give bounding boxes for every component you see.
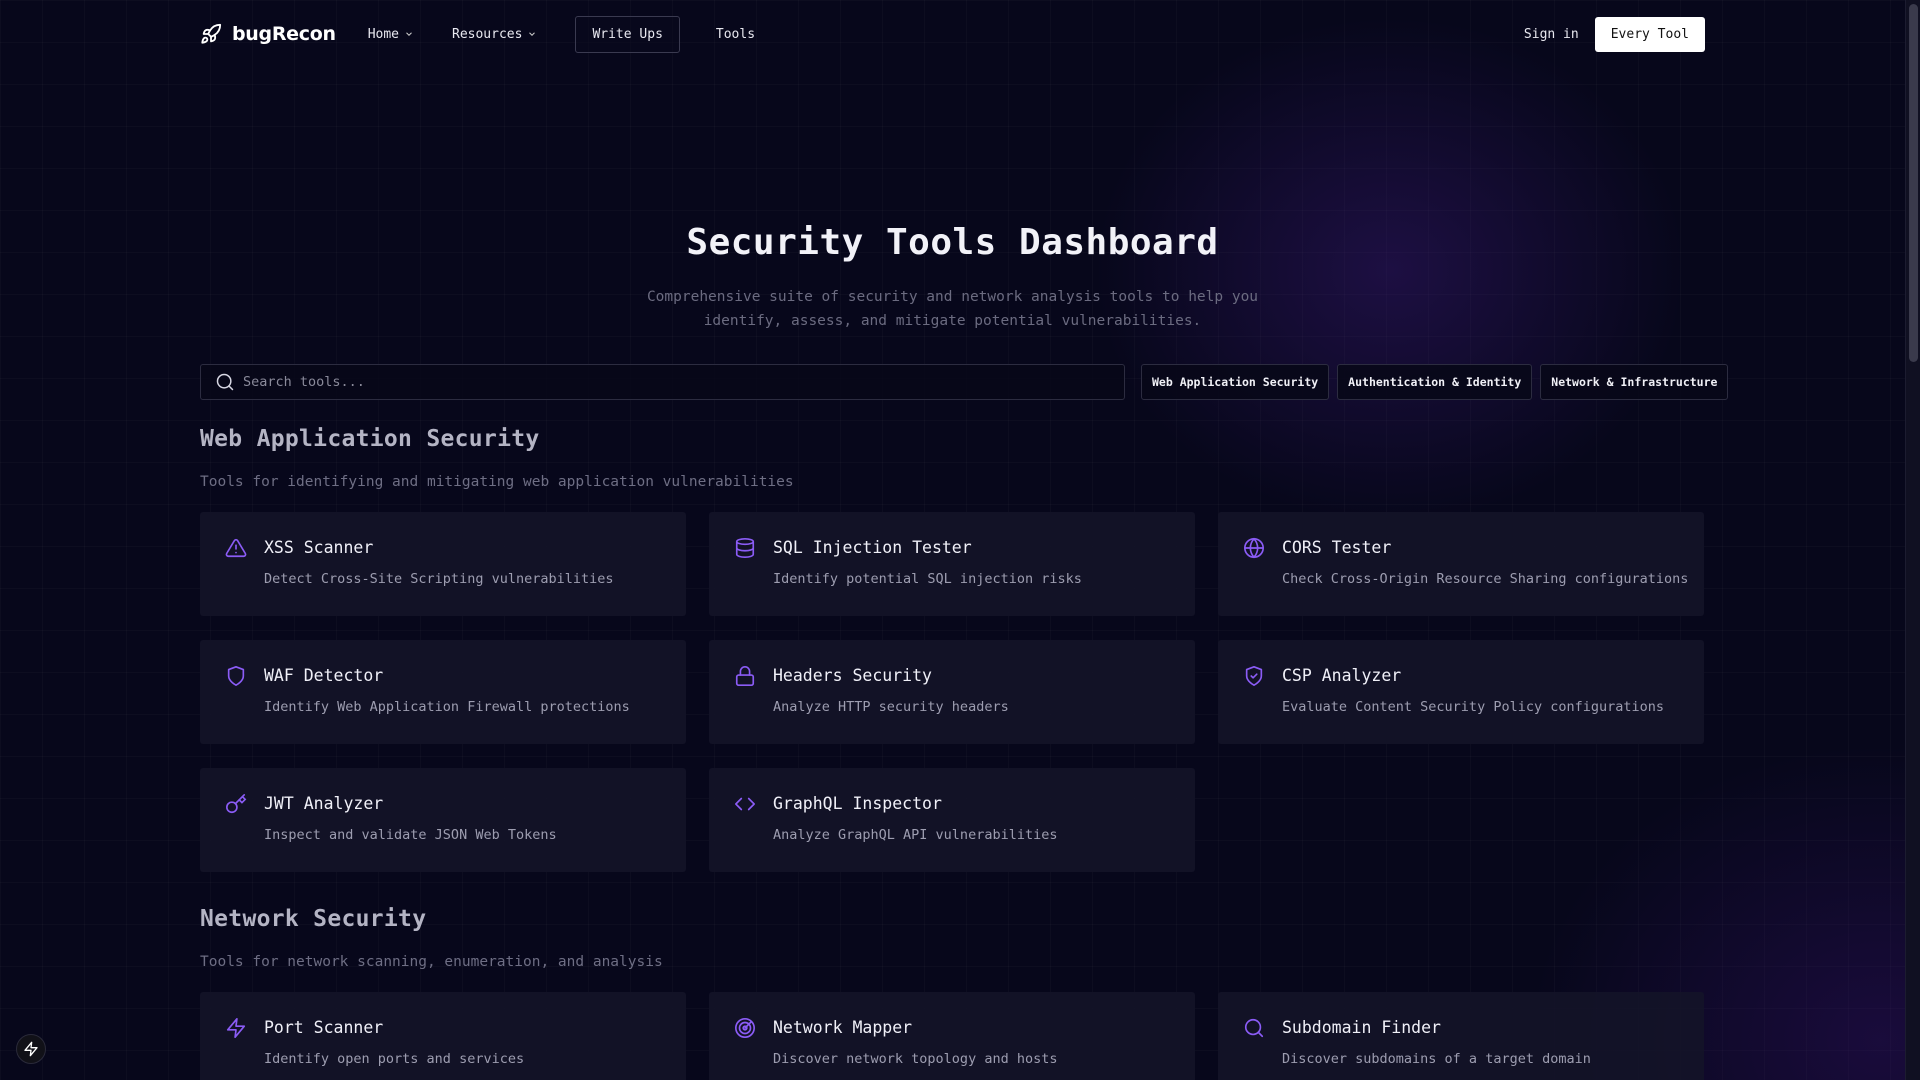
tool-desc: Identify Web Application Firewall protec… — [264, 699, 630, 715]
tool-card-network-mapper[interactable]: Network Mapper Discover network topology… — [709, 992, 1195, 1080]
chevron-down-icon — [529, 32, 536, 36]
tool-card-xss-scanner[interactable]: XSS Scanner Detect Cross-Site Scripting … — [200, 512, 686, 616]
tool-card-graphql-inspector[interactable]: GraphQL Inspector Analyze GraphQL API vu… — [709, 768, 1195, 872]
key-icon — [226, 794, 247, 814]
nav-write-ups-label: Write Ups — [592, 26, 663, 42]
tool-desc: Discover network topology and hosts — [773, 1051, 1058, 1067]
section-title-web-app: Web Application Security — [200, 426, 540, 452]
nav-resources-label: Resources — [452, 26, 523, 42]
sign-in-link[interactable]: Sign in — [1524, 27, 1579, 42]
section-title-network: Network Security — [200, 906, 427, 932]
filter-authentication-identity[interactable]: Authentication & Identity — [1337, 364, 1533, 400]
tool-title: CSP Analyzer — [1282, 666, 1402, 685]
search-input[interactable] — [243, 374, 1103, 390]
logo-text: bugRecon — [232, 23, 336, 45]
tool-card-sql-injection-tester[interactable]: SQL Injection Tester Identify potential … — [709, 512, 1195, 616]
tool-title: Headers Security — [773, 666, 932, 685]
dev-tools-button[interactable] — [16, 1034, 46, 1064]
shield-check-icon — [1245, 666, 1263, 686]
tool-title: Subdomain Finder — [1282, 1018, 1441, 1037]
code-icon — [735, 797, 755, 811]
tool-card-headers-security[interactable]: Headers Security Analyze HTTP security h… — [709, 640, 1195, 744]
tool-title: Port Scanner — [264, 1018, 384, 1037]
scrollbar-thumb[interactable] — [1909, 4, 1918, 362]
bolt-icon — [24, 1041, 38, 1057]
tool-card-jwt-analyzer[interactable]: JWT Analyzer Inspect and validate JSON W… — [200, 768, 686, 872]
page-subtitle: Comprehensive suite of security and netw… — [646, 289, 1259, 329]
tool-desc: Inspect and validate JSON Web Tokens — [264, 827, 557, 843]
top-navbar: bugRecon Home Resources Write Ups Tools … — [200, 0, 1705, 68]
every-tool-button[interactable]: Every Tool — [1594, 16, 1705, 52]
tool-desc: Discover subdomains of a target domain — [1282, 1051, 1591, 1067]
tool-title: Network Mapper — [773, 1018, 913, 1037]
nav-resources[interactable]: Resources — [452, 27, 537, 42]
lock-icon — [735, 666, 755, 686]
tool-desc: Identify potential SQL injection risks — [773, 571, 1082, 587]
tool-title: JWT Analyzer — [264, 794, 384, 813]
tool-card-waf-detector[interactable]: WAF Detector Identify Web Application Fi… — [200, 640, 686, 744]
tool-card-csp-analyzer[interactable]: CSP Analyzer Evaluate Content Security P… — [1218, 640, 1704, 744]
chevron-down-icon — [406, 32, 412, 36]
page-title: Security Tools Dashboard — [686, 222, 1219, 263]
tool-title: XSS Scanner — [264, 538, 374, 557]
nav-tools[interactable]: Tools — [716, 27, 755, 42]
tool-desc: Analyze GraphQL API vulnerabilities — [773, 827, 1058, 843]
search-icon — [1244, 1018, 1264, 1038]
filter-web-application-security[interactable]: Web Application Security — [1141, 364, 1330, 400]
tool-card-subdomain-finder[interactable]: Subdomain Finder Discover subdomains of … — [1218, 992, 1704, 1080]
search-box — [200, 364, 1125, 400]
tool-desc: Detect Cross-Site Scripting vulnerabilit… — [264, 571, 614, 587]
section-desc-web-app: Tools for identifying and mitigating web… — [200, 474, 794, 490]
tool-title: CORS Tester — [1282, 538, 1392, 557]
page-scrollbar[interactable] — [1905, 0, 1920, 1080]
tool-title: GraphQL Inspector — [773, 794, 942, 813]
section-desc-network: Tools for network scanning, enumeration,… — [200, 954, 663, 970]
warning-icon — [225, 538, 247, 558]
tool-desc: Check Cross-Origin Resource Sharing conf… — [1282, 571, 1689, 587]
category-filters: Web Application Security Authentication … — [1141, 364, 1729, 400]
tool-desc: Identify open ports and services — [264, 1051, 525, 1067]
nav-home-label: Home — [367, 26, 399, 42]
filter-network-infrastructure[interactable]: Network & Infrastructure — [1540, 364, 1729, 400]
tool-title: SQL Injection Tester — [773, 538, 972, 557]
nav-home[interactable]: Home — [368, 27, 414, 42]
tool-desc: Analyze HTTP security headers — [773, 699, 1009, 715]
nav-tools-label: Tools — [715, 26, 756, 42]
tool-card-cors-tester[interactable]: CORS Tester Check Cross-Origin Resource … — [1218, 512, 1704, 616]
logo[interactable]: bugRecon — [200, 23, 336, 45]
tool-desc: Evaluate Content Security Policy configu… — [1282, 699, 1665, 715]
radar-icon — [735, 1018, 755, 1038]
tools-grid-network: Port Scanner Identify open ports and ser… — [200, 992, 1705, 1080]
shield-icon — [227, 666, 245, 686]
nav-write-ups[interactable]: Write Ups — [575, 15, 680, 53]
tool-card-port-scanner[interactable]: Port Scanner Identify open ports and ser… — [200, 992, 686, 1080]
search-icon — [216, 373, 234, 391]
database-icon — [735, 538, 755, 558]
tool-title: WAF Detector — [264, 666, 384, 685]
globe-icon — [1244, 537, 1264, 559]
rocket-icon — [201, 23, 222, 44]
tools-grid-web-app: XSS Scanner Detect Cross-Site Scripting … — [200, 512, 1705, 872]
bolt-icon — [226, 1018, 246, 1038]
